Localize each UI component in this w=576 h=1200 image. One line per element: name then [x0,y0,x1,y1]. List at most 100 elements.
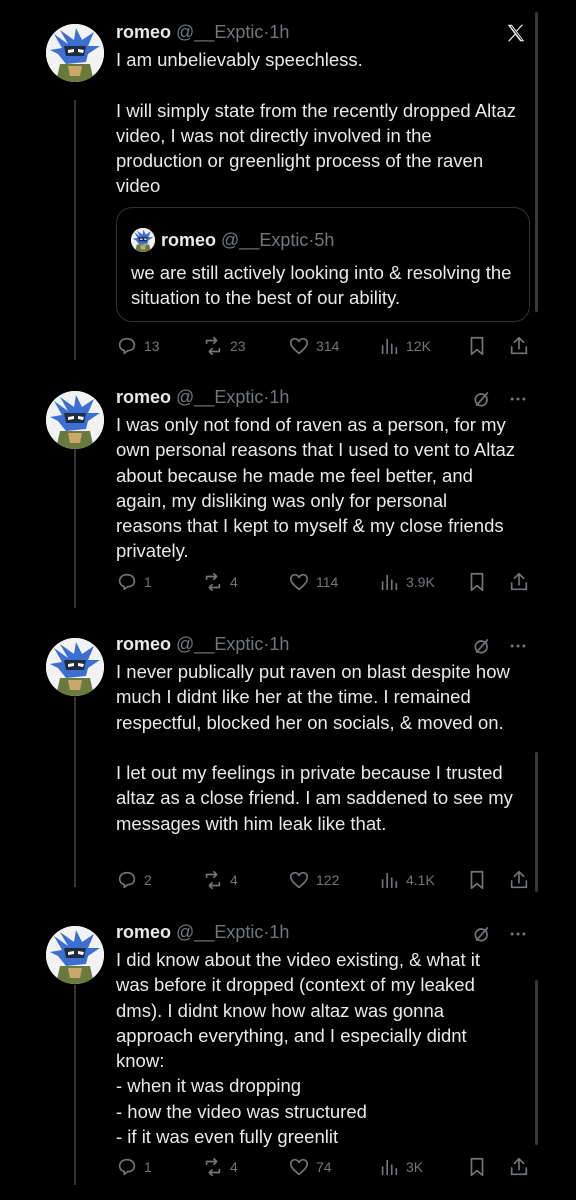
like-count: 114 [316,574,339,590]
author-handle[interactable]: @__Exptic [176,387,263,407]
views-count: 12K [406,338,431,354]
tweet-header: romeo @__Exptic·1h [116,632,289,656]
repost-icon [205,572,221,592]
scrollbar[interactable] [535,12,538,312]
like-button[interactable]: 74 [288,1154,332,1180]
tweet-actions: 1 4 114 3.9K [116,569,536,595]
thread-line [74,985,76,1185]
like-count: 122 [316,872,340,888]
repost-button[interactable]: 4 [202,867,238,893]
reply-button[interactable]: 2 [116,867,152,893]
quote-timestamp: 5h [314,230,335,250]
bookmark-icon [470,572,484,592]
avatar[interactable] [46,638,104,696]
like-count: 314 [316,338,340,354]
share-button[interactable] [508,1154,530,1180]
author-name[interactable]: romeo [116,22,171,42]
share-button[interactable] [508,867,530,893]
avatar[interactable] [46,926,104,984]
like-icon [289,1158,309,1176]
scrollbar[interactable] [535,980,538,1145]
more-icon[interactable] [508,636,528,656]
like-icon [289,871,309,889]
reply-button[interactable]: 1 [116,569,152,595]
reply-icon [118,1158,136,1176]
avatar[interactable] [46,391,104,449]
bookmark-button[interactable] [466,333,488,359]
author-handle[interactable]: @__Exptic [176,22,263,42]
thread-line [74,100,76,360]
repost-button[interactable]: 23 [202,333,246,359]
more-icon[interactable] [508,389,528,409]
thread-line [74,448,76,608]
timestamp[interactable]: 1h [269,922,289,942]
views-count: 4.1K [406,872,435,888]
author-handle[interactable]: @__Exptic [176,634,263,654]
bookmark-button[interactable] [466,867,488,893]
timestamp[interactable]: 1h [269,387,289,407]
tweet-text: I was only not fond of raven as a person… [116,414,516,562]
repost-icon [205,336,221,356]
author-handle[interactable]: @__Exptic [176,922,263,942]
quote-avatar [131,228,155,252]
bookmark-icon [470,1157,484,1177]
reply-count: 1 [144,574,152,590]
grok-icon[interactable] [472,924,492,944]
repost-icon [205,870,221,890]
share-icon [510,870,528,889]
bookmark-button[interactable] [466,1154,488,1180]
tweet-actions: 2 4 122 4.1K [116,867,536,893]
reply-button[interactable]: 1 [116,1154,152,1180]
repost-count: 23 [230,338,246,354]
thread-line [74,697,76,887]
x-logo-icon[interactable] [505,22,527,44]
share-button[interactable] [508,569,530,595]
quote-tweet[interactable]: romeo @__Exptic·5h we are still actively… [116,207,530,322]
author-name[interactable]: romeo [116,634,171,654]
repost-count: 4 [230,872,238,888]
reply-icon [118,573,136,591]
repost-button[interactable]: 4 [202,569,238,595]
like-button[interactable]: 114 [288,569,338,595]
more-icon[interactable] [508,924,528,944]
quote-author-name: romeo [161,230,217,250]
bookmark-icon [470,870,484,890]
tweet-top-icons [472,636,528,656]
tweet-text: I did know about the video existing, & w… [116,949,481,1148]
quote-author-handle: @__Exptic [221,230,309,250]
views-count: 3K [406,1159,424,1175]
tweet-actions: 13 23 314 12K [116,333,536,359]
views-button[interactable]: 3K [378,1154,423,1180]
share-button[interactable] [508,333,530,359]
views-icon [381,574,398,591]
repost-button[interactable]: 4 [202,1154,238,1180]
avatar[interactable] [46,24,104,82]
views-button[interactable]: 4.1K [378,867,435,893]
share-icon [510,572,528,591]
tweet-top-icons [472,924,528,944]
grok-icon[interactable] [472,389,492,409]
author-name[interactable]: romeo [116,922,171,942]
bookmark-icon [470,336,484,356]
views-count: 3.9K [406,574,435,590]
author-name[interactable]: romeo [116,387,171,407]
views-button[interactable]: 12K [378,333,431,359]
repost-count: 4 [230,1159,238,1175]
timestamp[interactable]: 1h [269,22,289,42]
views-button[interactable]: 3.9K [378,569,435,595]
like-button[interactable]: 122 [288,867,339,893]
grok-icon[interactable] [472,636,492,656]
tweet-actions: 1 4 74 3K [116,1154,536,1180]
like-icon [289,573,309,591]
repost-icon [205,1157,221,1177]
timestamp[interactable]: 1h [269,634,289,654]
repost-count: 4 [230,574,238,590]
tweet-top-icons [472,389,528,409]
reply-count: 1 [144,1159,152,1175]
reply-button[interactable]: 13 [116,333,160,359]
share-icon [510,336,528,355]
like-icon [289,337,309,355]
like-button[interactable]: 314 [288,333,339,359]
bookmark-button[interactable] [466,569,488,595]
quote-header: romeo @__Exptic·5h [161,228,334,252]
